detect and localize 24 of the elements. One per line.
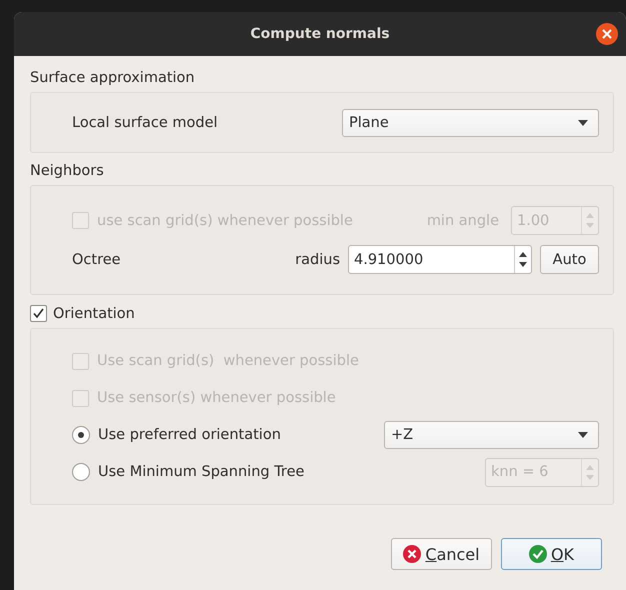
radius-spinbox[interactable]: 4.910000 (348, 245, 532, 274)
section-title: Surface approximation (30, 70, 196, 86)
field-label: Local surface model (72, 114, 218, 130)
radio-label: Use Minimum Spanning Tree (98, 464, 304, 480)
radio-button[interactable] (72, 426, 90, 444)
model-dropdown[interactable]: Plane (342, 108, 599, 136)
ok-button[interactable]: OK (501, 538, 602, 570)
checkbox-label: Orientation (53, 306, 135, 322)
orientation-dropdown[interactable]: +Z (384, 421, 599, 449)
section-title: Neighbors (30, 163, 105, 179)
close-icon (602, 29, 612, 39)
caret-icon (578, 432, 588, 438)
radio-button[interactable] (72, 463, 90, 481)
field-label: radius (295, 252, 340, 268)
checkmark-icon (528, 545, 547, 563)
caret-icon (578, 120, 588, 126)
field-label: Octree (72, 252, 121, 268)
checkbox[interactable] (30, 305, 47, 322)
close-button[interactable] (596, 23, 618, 45)
cancel-button[interactable]: Cancel (391, 538, 492, 570)
close-icon (403, 545, 422, 563)
radio-label: Use preferred orientation (98, 427, 281, 443)
auto-button[interactable]: Auto (540, 245, 599, 274)
window-title: Compute normals (250, 26, 390, 42)
